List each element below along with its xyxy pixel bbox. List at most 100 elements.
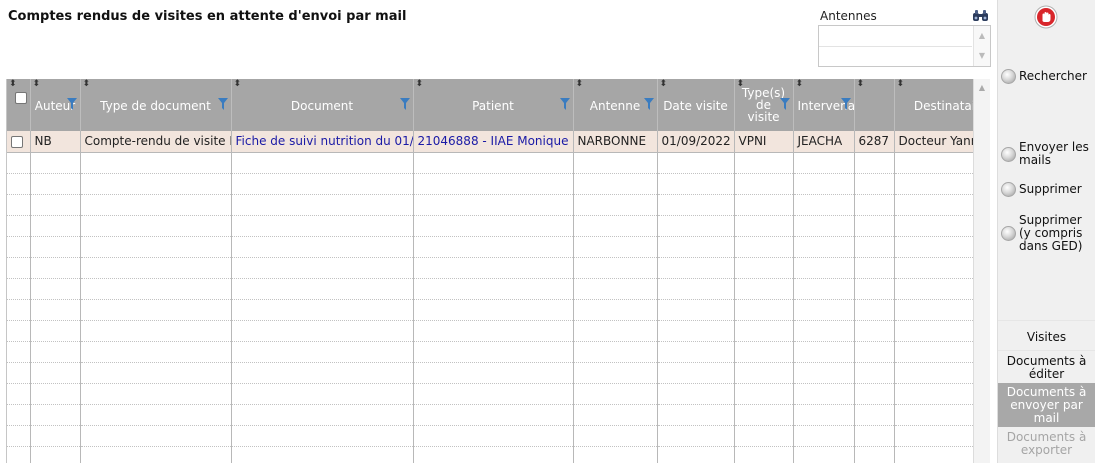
empty-cell [734,446,794,463]
empty-cell [573,215,658,237]
empty-cell [793,446,855,463]
empty-cell [231,404,414,426]
empty-cell [30,299,81,321]
empty-cell [894,215,973,237]
empty-cell [734,236,794,258]
binoculars-icon[interactable] [972,9,990,22]
scroll-up-icon[interactable]: ▲ [974,26,990,46]
cell-document-link[interactable]: Fiche de suivi nutrition du 01/0 [231,131,414,153]
empty-cell [80,152,232,174]
column-header-num[interactable]: ⬍ [854,79,895,131]
empty-cell [80,299,232,321]
select-all-header[interactable]: ⬍ [7,79,31,131]
empty-cell [573,257,658,279]
empty-cell [30,152,81,174]
sort-icon[interactable]: ⬍ [857,79,865,89]
row-checkbox-cell[interactable] [7,131,31,153]
sort-icon[interactable]: ⬍ [796,79,804,89]
rechercher-button[interactable]: Rechercher [1001,69,1087,84]
filter-icon[interactable] [559,98,570,110]
empty-cell [734,215,794,237]
scroll-up-icon[interactable]: ▲ [974,83,990,92]
table-row-empty [7,383,973,405]
empty-cell [413,362,574,384]
empty-cell [573,194,658,216]
stop-hand-icon[interactable] [1034,5,1058,29]
empty-cell [7,446,31,463]
nav-documents-envoyer[interactable]: Documents à envoyer par mail [998,383,1095,427]
column-header-destinataire[interactable]: ⬍ Destinataire [894,79,973,131]
filter-icon[interactable] [399,98,410,110]
empty-cell [7,236,31,258]
antennes-listbox[interactable]: ▲ ▼ [818,25,991,67]
button-label: Supprimer [1019,182,1082,196]
table-row-empty [7,215,973,237]
column-header-type-document[interactable]: ⬍ Type de document [80,79,232,131]
empty-cell [80,257,232,279]
empty-cell [854,257,895,279]
filter-icon[interactable] [779,98,790,110]
supprimer-button[interactable]: Supprimer [1001,182,1082,197]
nav-visites[interactable]: Visites [998,331,1095,344]
empty-cell [734,404,794,426]
empty-cell [793,278,855,300]
column-header-patient[interactable]: ⬍ Patient [413,79,574,131]
empty-cell [80,215,232,237]
sort-icon[interactable]: ⬍ [576,79,584,89]
filter-icon[interactable] [217,98,228,110]
column-header-auteur[interactable]: ⬍ Auteur [30,79,81,131]
column-header-antenne[interactable]: ⬍ Antenne [573,79,658,131]
envoyer-mails-button[interactable]: Envoyer les mails [1001,141,1093,167]
empty-cell [894,362,973,384]
sort-icon[interactable]: ⬍ [737,79,745,89]
empty-cell [7,362,31,384]
empty-cell [7,383,31,405]
table-row-empty [7,341,973,363]
filter-icon[interactable] [840,98,851,110]
cell-patient-link[interactable]: 21046888 - IIAE Monique [413,131,574,153]
table-row[interactable]: NB Compte-rendu de visite F Fiche de sui… [7,131,973,153]
nav-documents-exporter[interactable]: Documents à exporter [998,431,1095,457]
sort-icon[interactable]: ⬍ [897,79,905,89]
filter-icon[interactable] [66,98,77,110]
row-checkbox[interactable] [11,135,23,148]
empty-cell [80,278,232,300]
filter-icon[interactable] [643,98,654,110]
column-header-types-visite[interactable]: ⬍ Type(s) de visite [734,79,794,131]
empty-cell [30,173,81,195]
sort-icon[interactable]: ⬍ [660,79,668,89]
antennes-label: Antennes [820,9,877,23]
empty-cell [894,341,973,363]
empty-cell [7,173,31,195]
sort-icon[interactable]: ⬍ [416,79,424,89]
grid-scrollbar[interactable]: ▲ [973,79,990,463]
table-row-empty [7,152,973,174]
listbox-scrollbar[interactable]: ▲ ▼ [973,26,990,66]
empty-cell [573,299,658,321]
sort-icon[interactable]: ⬍ [83,79,91,89]
empty-cell [30,236,81,258]
column-header-document[interactable]: ⬍ Document [231,79,414,131]
empty-cell [7,215,31,237]
empty-cell [30,446,81,463]
column-header-intervenant[interactable]: ⬍ Intervenant [793,79,855,131]
empty-cell [894,278,973,300]
empty-cell [734,257,794,279]
scroll-down-icon[interactable]: ▼ [974,46,990,66]
empty-cell [7,299,31,321]
select-all-checkbox[interactable] [15,92,27,104]
listbox-divider [819,46,972,47]
empty-cell [413,236,574,258]
empty-cell [854,194,895,216]
sort-icon[interactable]: ⬍ [9,79,17,89]
supprimer-ged-button[interactable]: Supprimer (y compris dans GED) [1001,214,1093,253]
cell-auteur: NB [30,131,81,153]
sort-icon[interactable]: ⬍ [33,79,41,89]
empty-cell [573,362,658,384]
empty-cell [573,404,658,426]
sort-icon[interactable]: ⬍ [234,79,242,89]
nav-documents-editer[interactable]: Documents à éditer [998,355,1095,381]
empty-cell [7,425,31,447]
column-header-date-visite[interactable]: ⬍ Date visite [657,79,735,131]
empty-cell [894,173,973,195]
